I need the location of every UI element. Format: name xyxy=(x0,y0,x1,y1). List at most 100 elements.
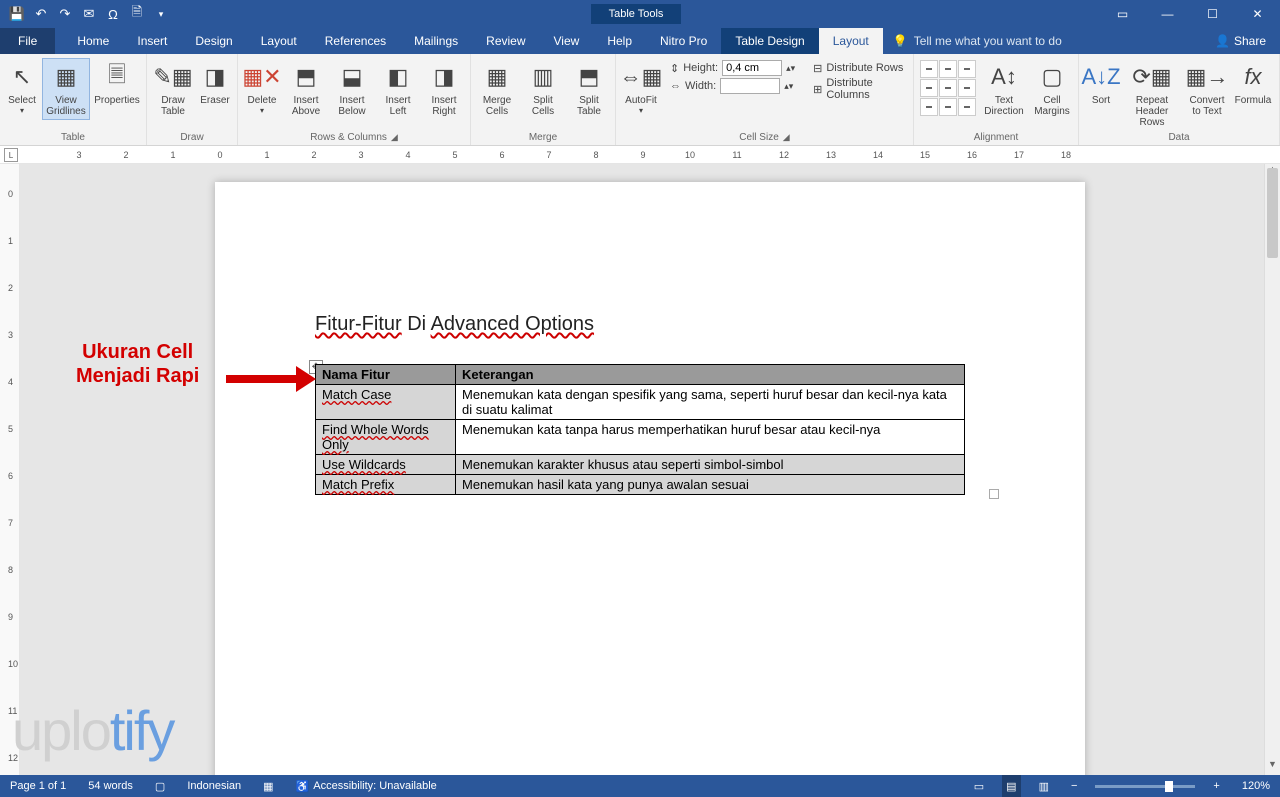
vertical-ruler[interactable]: 0123456789101112 xyxy=(0,164,20,775)
autofit-button[interactable]: ⇔▦ AutoFit ▾ xyxy=(620,58,662,118)
view-gridlines-button[interactable]: ▦ View Gridlines xyxy=(42,58,90,120)
accessibility-status[interactable]: ♿ Accessibility: Unavailable xyxy=(292,775,441,797)
new-doc-icon[interactable]: 🗎 xyxy=(126,3,148,25)
align-ml[interactable] xyxy=(920,79,938,97)
tab-design[interactable]: Design xyxy=(181,28,246,54)
zoom-in-icon[interactable]: + xyxy=(1209,775,1223,797)
redo-icon[interactable]: ↷ xyxy=(54,3,76,25)
merge-cells-button[interactable]: ▦ Merge Cells xyxy=(475,58,519,120)
table-cell[interactable]: Menemukan hasil kata yang punya awalan s… xyxy=(456,475,965,495)
macro-icon[interactable]: ▦ xyxy=(259,775,277,797)
align-tr[interactable] xyxy=(958,60,976,78)
horizontal-ruler[interactable]: L 3210123456789101112131415161718 xyxy=(0,146,1280,164)
table-cell[interactable]: Menemukan kata dengan spesifik yang sama… xyxy=(456,385,965,420)
insert-above-button[interactable]: ⬒ Insert Above xyxy=(284,58,328,120)
insert-left-button[interactable]: ◧ Insert Left xyxy=(376,58,420,120)
ribbon-display-icon[interactable]: ▭ xyxy=(1100,0,1145,28)
draw-table-button[interactable]: ✎▦ Draw Table xyxy=(151,58,195,120)
zoom-thumb[interactable] xyxy=(1165,781,1173,792)
tab-mailings[interactable]: Mailings xyxy=(400,28,472,54)
distribute-columns-button[interactable]: ⊞ Distribute Columns xyxy=(809,79,909,99)
read-mode-icon[interactable]: ▭ xyxy=(970,775,988,797)
omega-icon[interactable]: Ω xyxy=(102,3,124,25)
height-input[interactable] xyxy=(722,60,782,76)
insert-below-button[interactable]: ⬓ Insert Below xyxy=(330,58,374,120)
formula-button[interactable]: fx Formula xyxy=(1231,58,1275,109)
close-icon[interactable]: ✕ xyxy=(1235,0,1280,28)
table-resize-handle-icon[interactable] xyxy=(989,489,999,499)
tab-references[interactable]: References xyxy=(311,28,400,54)
table-cell[interactable]: Match Case xyxy=(316,385,456,420)
tell-me-search[interactable]: 💡 Tell me what you want to do xyxy=(893,28,1062,54)
dialog-launcher-icon[interactable]: ◢ xyxy=(391,132,398,143)
word-count[interactable]: 54 words xyxy=(84,775,137,797)
tab-file[interactable]: File xyxy=(0,28,55,54)
dialog-launcher-icon[interactable]: ◢ xyxy=(783,132,790,143)
tab-layout[interactable]: Layout xyxy=(247,28,311,54)
print-layout-icon[interactable]: ▤ xyxy=(1002,775,1020,797)
align-tl[interactable] xyxy=(920,60,938,78)
language-status[interactable]: Indonesian xyxy=(183,775,245,797)
qat-customize-icon[interactable]: ▾ xyxy=(150,3,172,25)
properties-button[interactable]: 🗏 Properties xyxy=(92,58,142,109)
repeat-header-button[interactable]: ⟳▦ Repeat Header Rows xyxy=(1121,58,1183,131)
scroll-down-icon[interactable]: ▼ xyxy=(1265,759,1280,775)
web-layout-icon[interactable]: ▥ xyxy=(1035,775,1053,797)
tab-review[interactable]: Review xyxy=(472,28,539,54)
minimize-icon[interactable]: — xyxy=(1145,0,1190,28)
align-mr[interactable] xyxy=(958,79,976,97)
tab-view[interactable]: View xyxy=(540,28,594,54)
feature-table[interactable]: Nama Fitur Keterangan Match Case Menemuk… xyxy=(315,364,965,495)
table-cell[interactable]: Menemukan kata tanpa harus memperhatikan… xyxy=(456,420,965,455)
email-icon[interactable]: ✉ xyxy=(78,3,100,25)
document-scroll[interactable]: Fitur-Fitur Di Advanced Options ✥ Nama F… xyxy=(20,164,1280,775)
delete-button[interactable]: ▦✕ Delete ▾ xyxy=(242,58,282,118)
tab-selector[interactable]: L xyxy=(4,148,18,162)
distribute-rows-button[interactable]: ⊟ Distribute Rows xyxy=(809,58,909,78)
cell-margins-button[interactable]: ▢ Cell Margins xyxy=(1030,58,1074,120)
undo-icon[interactable]: ↶ xyxy=(30,3,52,25)
eraser-button[interactable]: ◨ Eraser xyxy=(197,58,233,109)
tab-help[interactable]: Help xyxy=(593,28,646,54)
tab-insert[interactable]: Insert xyxy=(123,28,181,54)
width-icon: ⇔ xyxy=(670,80,681,92)
group-table: ↖ Select ▾ ▦ View Gridlines 🗏 Properties… xyxy=(0,54,147,145)
convert-to-text-button[interactable]: ▦→ Convert to Text xyxy=(1185,58,1229,120)
group-alignment: A↕ Text Direction ▢ Cell Margins Alignme… xyxy=(914,54,1079,145)
width-input[interactable] xyxy=(720,78,780,94)
table-header[interactable]: Keterangan xyxy=(456,365,965,385)
maximize-icon[interactable]: ☐ xyxy=(1190,0,1235,28)
document-title[interactable]: Fitur-Fitur Di Advanced Options xyxy=(315,312,985,336)
sort-button[interactable]: A↓Z Sort xyxy=(1083,58,1119,109)
share-button[interactable]: 👤 Share xyxy=(1201,28,1280,54)
save-icon[interactable]: 💾 xyxy=(6,3,28,25)
align-bc[interactable] xyxy=(939,98,957,116)
align-tc[interactable] xyxy=(939,60,957,78)
insert-right-button[interactable]: ◨ Insert Right xyxy=(422,58,466,120)
zoom-slider[interactable] xyxy=(1095,785,1195,788)
zoom-out-icon[interactable]: − xyxy=(1067,775,1081,797)
insert-above-icon: ⬒ xyxy=(296,61,317,93)
scrollbar-thumb[interactable] xyxy=(1267,168,1278,258)
align-bl[interactable] xyxy=(920,98,938,116)
tab-nitro[interactable]: Nitro Pro xyxy=(646,28,721,54)
split-table-button[interactable]: ⬒ Split Table xyxy=(567,58,611,120)
table-cell[interactable]: Find Whole Words Only xyxy=(316,420,456,455)
table-cell[interactable]: Use Wildcards xyxy=(316,455,456,475)
text-direction-button[interactable]: A↕ Text Direction xyxy=(980,58,1028,120)
table-cell[interactable]: Match Prefix xyxy=(316,475,456,495)
table-header[interactable]: Nama Fitur xyxy=(316,365,456,385)
split-cells-button[interactable]: ▥ Split Cells xyxy=(521,58,565,120)
align-mc[interactable] xyxy=(939,79,957,97)
cell-margins-icon: ▢ xyxy=(1042,61,1063,93)
spellcheck-icon[interactable]: ▢ xyxy=(151,775,169,797)
select-button[interactable]: ↖ Select ▾ xyxy=(4,58,40,118)
align-br[interactable] xyxy=(958,98,976,116)
tab-home[interactable]: Home xyxy=(63,28,123,54)
page-count[interactable]: Page 1 of 1 xyxy=(6,775,70,797)
tab-table-layout[interactable]: Layout xyxy=(819,28,883,54)
tab-table-design[interactable]: Table Design xyxy=(721,28,818,54)
zoom-level[interactable]: 120% xyxy=(1238,775,1274,797)
vertical-scrollbar[interactable]: ▲ ▼ xyxy=(1264,164,1280,775)
table-cell[interactable]: Menemukan karakter khusus atau seperti s… xyxy=(456,455,965,475)
